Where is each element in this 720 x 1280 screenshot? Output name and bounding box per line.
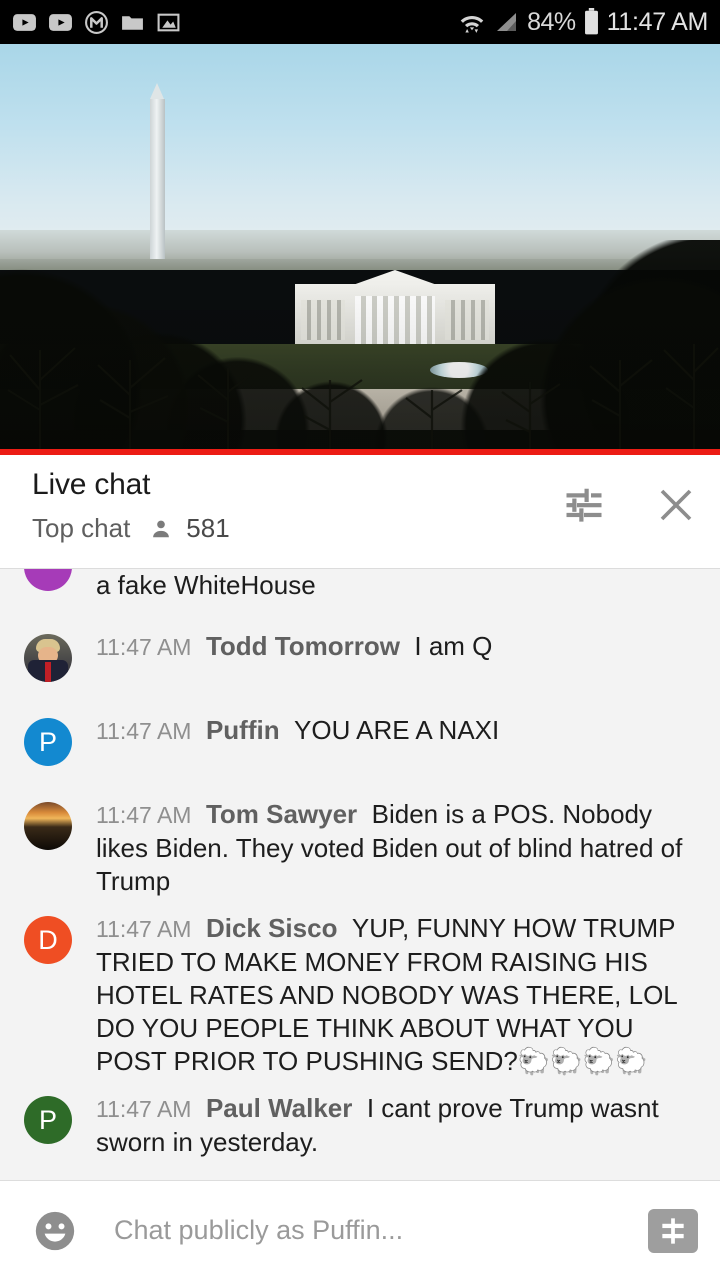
- avatar[interactable]: D: [24, 916, 72, 964]
- avatar-photo-tie: [45, 662, 51, 682]
- list-item[interactable]: P 11:47 AM Paul Walker I cant prove Trum…: [0, 1092, 720, 1159]
- message-body: a fake WhiteHouse: [96, 569, 702, 602]
- avatar[interactable]: [24, 569, 72, 591]
- avatar-initial: P: [38, 1104, 57, 1135]
- tune-sliders-icon: [566, 488, 602, 522]
- status-bar-system-icons: 84% 11:47 AM: [457, 8, 708, 36]
- avatar[interactable]: [24, 802, 72, 850]
- avatar-wrap: [0, 798, 96, 850]
- message-line: a fake WhiteHouse: [96, 569, 702, 602]
- status-bar-notification-icons: [12, 10, 181, 35]
- avatar[interactable]: P: [24, 1096, 72, 1144]
- chat-input[interactable]: [78, 1214, 648, 1247]
- m-circle-icon: [85, 10, 108, 34]
- live-chat-header: Live chat Top chat 581: [0, 455, 720, 568]
- message-text: a fake WhiteHouse: [96, 570, 316, 600]
- battery-icon: [584, 8, 598, 35]
- close-chat-button[interactable]: [654, 483, 698, 527]
- message-author[interactable]: Tom Sawyer: [206, 799, 357, 829]
- message-body: 11:47 AM Paul Walker I cant prove Trump …: [96, 1092, 702, 1159]
- wifi-transfer-icon: [460, 16, 484, 33]
- youtube-play-icon: [13, 13, 36, 31]
- message-text: YOU ARE A NAXI: [294, 715, 500, 745]
- battery-percent-label: 84%: [527, 7, 576, 36]
- avatar-initial: D: [38, 924, 58, 955]
- message-timestamp: 11:47 AM: [96, 718, 192, 744]
- message-line: 11:47 AM Todd Tomorrow I am Q: [96, 630, 702, 664]
- dollar-superchat-icon: [662, 1217, 684, 1244]
- cell-signal-icon: [497, 13, 517, 31]
- app-screen: 84% 11:47 AM Live chat Top chat 581 a fa…: [0, 0, 720, 1280]
- message-author[interactable]: Puffin: [206, 715, 280, 745]
- list-item[interactable]: 11:47 AM Tom Sawyer Biden is a POS. Nobo…: [0, 798, 720, 898]
- status-bar: 84% 11:47 AM: [0, 0, 720, 44]
- message-text: I am Q: [414, 631, 493, 661]
- video-player[interactable]: [0, 44, 720, 455]
- superchat-button[interactable]: [648, 1208, 698, 1253]
- video-vignette: [0, 44, 720, 455]
- chat-header-actions: [562, 483, 698, 527]
- list-item[interactable]: 11:47 AM Todd Tomorrow I am Q: [0, 630, 720, 682]
- message-timestamp: 11:47 AM: [96, 1096, 192, 1122]
- chat-message-list[interactable]: a fake WhiteHouse 11:47 AM Todd Tomorrow…: [0, 568, 720, 1180]
- chat-subheader: Top chat 581: [32, 513, 230, 544]
- message-author[interactable]: Dick Sisco: [206, 913, 338, 943]
- message-timestamp: 11:47 AM: [96, 802, 192, 828]
- message-body: 11:47 AM Puffin YOU ARE A NAXI: [96, 714, 702, 748]
- message-line: 11:47 AM Dick Sisco YUP, FUNNY HOW TRUMP…: [96, 912, 702, 1078]
- message-line: 11:47 AM Tom Sawyer Biden is a POS. Nobo…: [96, 798, 702, 898]
- video-play-icon: [49, 13, 72, 31]
- close-icon: [660, 489, 692, 521]
- avatar-wrap: [0, 569, 96, 591]
- message-author[interactable]: Todd Tomorrow: [206, 631, 400, 661]
- avatar-initial: P: [38, 726, 57, 757]
- avatar-wrap: [0, 630, 96, 682]
- message-line: 11:47 AM Puffin YOU ARE A NAXI: [96, 714, 702, 748]
- message-line: 11:47 AM Paul Walker I cant prove Trump …: [96, 1092, 702, 1159]
- person-icon: [153, 520, 170, 537]
- message-author[interactable]: Paul Walker: [206, 1093, 352, 1123]
- avatar-wrap: P: [0, 1092, 96, 1144]
- chat-composer: [0, 1180, 720, 1280]
- list-item[interactable]: P 11:47 AM Puffin YOU ARE A NAXI: [0, 714, 720, 766]
- viewer-count: 581: [186, 513, 230, 543]
- message-timestamp: 11:47 AM: [96, 916, 192, 942]
- message-timestamp: 11:47 AM: [96, 634, 192, 660]
- avatar[interactable]: P: [24, 718, 72, 766]
- photo-icon: [157, 13, 180, 31]
- list-item[interactable]: a fake WhiteHouse: [0, 569, 720, 602]
- message-body: 11:47 AM Dick Sisco YUP, FUNNY HOW TRUMP…: [96, 912, 702, 1078]
- page-title: Live chat: [32, 468, 151, 501]
- avatar-wrap: D: [0, 912, 96, 964]
- folder-icon: [122, 15, 143, 30]
- chat-mode-label[interactable]: Top chat: [32, 513, 130, 544]
- chat-settings-button[interactable]: [562, 483, 606, 527]
- message-body: 11:47 AM Todd Tomorrow I am Q: [96, 630, 702, 664]
- list-item[interactable]: D 11:47 AM Dick Sisco YUP, FUNNY HOW TRU…: [0, 912, 720, 1078]
- smiley-icon[interactable]: [32, 1208, 78, 1254]
- message-body: 11:47 AM Tom Sawyer Biden is a POS. Nobo…: [96, 798, 702, 898]
- avatar-wrap: P: [0, 714, 96, 766]
- avatar[interactable]: [24, 634, 72, 682]
- status-bar-clock: 11:47 AM: [606, 7, 709, 36]
